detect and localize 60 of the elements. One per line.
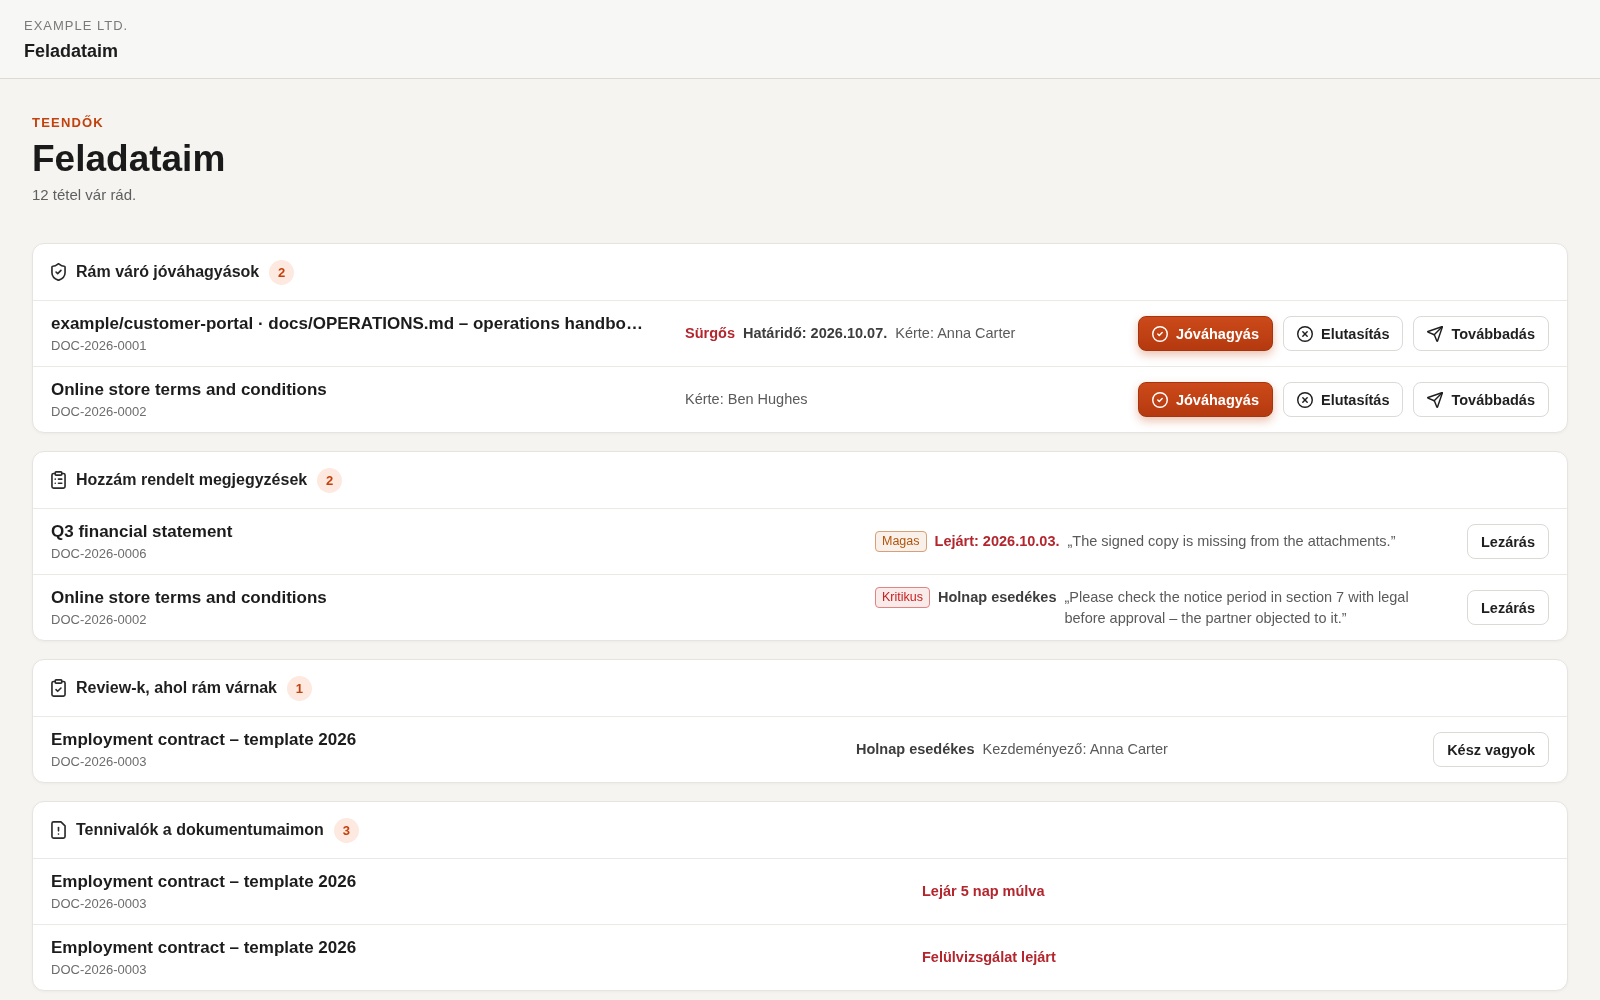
count-badge: 2 (269, 259, 295, 285)
status-text: Lejár 5 nap múlva (922, 882, 1045, 901)
document-title: Online store terms and conditions (51, 379, 328, 401)
document-id: DOC-2026-0003 (51, 961, 148, 978)
comment-text: „Please check the notice period in section 7 with legal before approval – the partner objected to it.” (1064, 587, 1410, 628)
approve-button[interactable]: Jóváhagyás (1137, 316, 1273, 351)
forward-button[interactable]: Továbbadás (1413, 316, 1549, 351)
comment-text: „The signed copy is missing from the attachments.” (1067, 532, 1396, 551)
summary-text: 12 tétel vár rád. (32, 185, 138, 205)
document-id: DOC-2026-0001 (51, 337, 148, 354)
document-id: DOC-2026-0006 (51, 545, 148, 562)
document-id: DOC-2026-0003 (51, 753, 148, 770)
reject-button[interactable]: Elutasítás (1282, 316, 1404, 351)
check-circle-icon (1151, 325, 1168, 342)
requester-text: Kérte: Anna Carter (895, 324, 1016, 343)
count-badge: 2 (317, 467, 343, 493)
document-title: Employment contract – template 2026 (51, 937, 358, 959)
priority-tag: Kritikus (875, 586, 930, 608)
paper-plane-icon (1427, 325, 1444, 342)
action-button[interactable]: Lezárás (1467, 590, 1549, 625)
section-title: Rám váró jóváhagyások (76, 263, 260, 281)
section-eyebrow: TEENDŐK (32, 115, 105, 131)
paper-plane-icon (1427, 391, 1444, 408)
document-title: Q3 financial statement (51, 521, 234, 543)
action-button[interactable]: Lezárás (1467, 524, 1549, 559)
due-date-text: Határidő: 2026.10.07. (742, 324, 888, 343)
section-title: Tennivalók a dokumentumaimon (76, 821, 324, 839)
due-date-text: Lejárt: 2026.10.03. (934, 532, 1060, 551)
section-title: Hozzám rendelt megjegyzések (76, 471, 308, 489)
document-title: example/customer-portal · docs/OPERATIONS.md – operations handbo… (51, 313, 644, 335)
company-name: EXAMPLE LTD. (24, 17, 130, 35)
action-button[interactable]: Kész vagyok (1433, 732, 1549, 767)
count-badge: 1 (287, 675, 312, 701)
forward-button[interactable]: Továbbadás (1413, 382, 1549, 417)
document-id: DOC-2026-0002 (51, 611, 148, 628)
clipboard-list-icon (51, 471, 66, 489)
status-text: Felülvizsgálat lejárt (922, 948, 1056, 967)
document-title: Employment contract – template 2026 (51, 871, 358, 893)
priority-tag: Magas (875, 531, 927, 552)
check-circle-icon (1151, 391, 1168, 408)
clipboard-check-icon (51, 679, 66, 697)
requester-text: Kezdeményező: Anna Carter (982, 740, 1168, 759)
count-badge: 3 (333, 817, 359, 843)
x-circle-icon (1296, 391, 1313, 408)
document-id: DOC-2026-0003 (51, 895, 148, 912)
app-title: Feladataim (24, 40, 120, 62)
x-circle-icon (1296, 325, 1313, 342)
urgency-label: Sürgős (685, 324, 735, 343)
document-id: DOC-2026-0002 (51, 403, 148, 420)
requester-text: Kérte: Ben Hughes (685, 390, 808, 409)
reject-button[interactable]: Elutasítás (1282, 382, 1404, 417)
due-date-text: Holnap esedékes (938, 587, 1057, 607)
shield-check-icon (51, 263, 66, 281)
approve-button[interactable]: Jóváhagyás (1137, 382, 1273, 417)
document-title: Online store terms and conditions (51, 587, 328, 609)
file-alert-icon (51, 821, 66, 839)
page-heading: Feladataim (32, 137, 227, 181)
section-title: Review-k, ahol rám várnak (76, 679, 277, 697)
document-title: Employment contract – template 2026 (51, 729, 358, 751)
due-date-text: Holnap esedékes (856, 740, 975, 759)
